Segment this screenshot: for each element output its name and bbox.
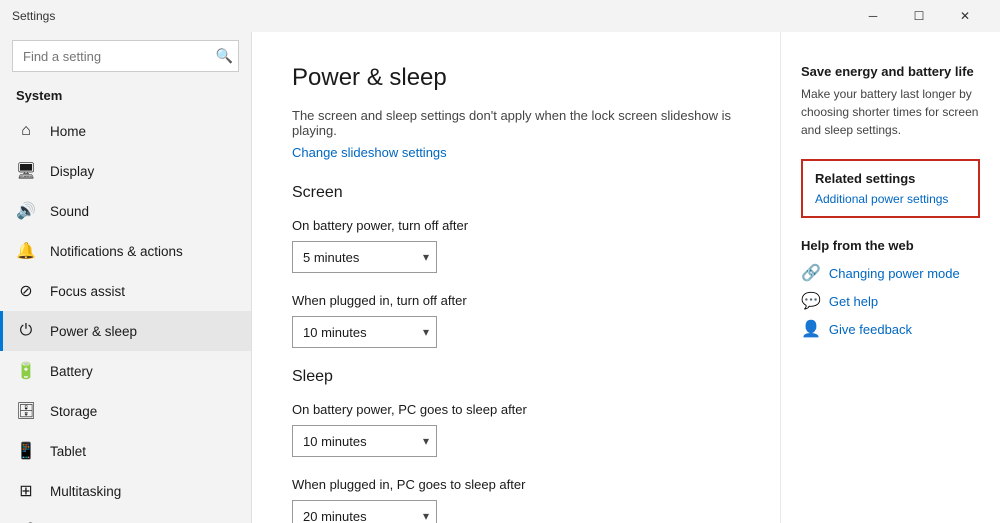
link-icon: 🔗 <box>801 263 821 283</box>
sidebar-item-power-sleep[interactable]: ⏻ Power & sleep <box>0 311 251 351</box>
sidebar-item-battery[interactable]: 🔋 Battery <box>0 351 251 391</box>
screen-plugged-dropdown[interactable]: 10 minutes 1 minute 2 minutes 5 minutes … <box>292 316 437 348</box>
screen-battery-dropdown[interactable]: 5 minutes 1 minute 2 minutes 3 minutes 1… <box>292 241 437 273</box>
sidebar-item-multitasking[interactable]: ⊞ Multitasking <box>0 471 251 511</box>
screen-section-title: Screen <box>292 184 740 202</box>
give-feedback-link[interactable]: 👤 Give feedback <box>801 319 980 339</box>
storage-icon: 🗄 <box>16 401 36 421</box>
info-text: The screen and sleep settings don't appl… <box>292 108 740 138</box>
sleep-plugged-label: When plugged in, PC goes to sleep after <box>292 477 740 492</box>
screen-plugged-dropdown-wrapper: 10 minutes 1 minute 2 minutes 5 minutes … <box>292 316 437 348</box>
slideshow-link[interactable]: Change slideshow settings <box>292 145 447 160</box>
sidebar-section-label: System <box>0 84 251 111</box>
multitasking-icon: ⊞ <box>16 481 36 501</box>
search-container: 🔍 <box>12 40 239 72</box>
screen-plugged-label: When plugged in, turn off after <box>292 293 740 308</box>
sleep-battery-dropdown[interactable]: 10 minutes 1 minute 2 minutes 5 minutes … <box>292 425 437 457</box>
tablet-icon: 📱 <box>16 441 36 461</box>
sidebar-item-display[interactable]: 🖥 Display <box>0 151 251 191</box>
sidebar-item-label: Storage <box>50 404 97 419</box>
sidebar-item-label: Tablet <box>50 444 86 459</box>
save-energy-text: Make your battery last longer by choosin… <box>801 85 980 139</box>
sidebar-item-label: Home <box>50 124 86 139</box>
close-button[interactable]: ✕ <box>942 0 988 32</box>
app-body: 🔍 System ⌂ Home 🖥 Display 🔊 Sound 🔔 Noti… <box>0 32 1000 523</box>
related-settings-box: Related settings Additional power settin… <box>801 159 980 218</box>
minimize-button[interactable]: ─ <box>850 0 896 32</box>
screen-battery-dropdown-wrapper: 5 minutes 1 minute 2 minutes 3 minutes 1… <box>292 241 437 273</box>
sidebar-item-label: Power & sleep <box>50 324 137 339</box>
home-icon: ⌂ <box>16 121 36 141</box>
sidebar-item-label: Notifications & actions <box>50 244 183 259</box>
help-from-web-title: Help from the web <box>801 238 980 253</box>
additional-power-settings-link[interactable]: Additional power settings <box>815 192 948 206</box>
page-title: Power & sleep <box>292 64 740 92</box>
right-panel: Save energy and battery life Make your b… <box>780 32 1000 523</box>
help-icon: 💬 <box>801 291 821 311</box>
sleep-plugged-dropdown-wrapper: 20 minutes 5 minutes 10 minutes 15 minut… <box>292 500 437 523</box>
sidebar-item-tablet[interactable]: 📱 Tablet <box>0 431 251 471</box>
sidebar-item-label: Battery <box>50 364 93 379</box>
changing-power-mode-link[interactable]: 🔗 Changing power mode <box>801 263 980 283</box>
search-input[interactable] <box>12 40 239 72</box>
feedback-icon: 👤 <box>801 319 821 339</box>
help-link3-label: Give feedback <box>829 322 912 337</box>
sidebar-item-home[interactable]: ⌂ Home <box>0 111 251 151</box>
sidebar-item-projecting[interactable]: 📽 Projecting to this PC <box>0 511 251 523</box>
restore-button[interactable]: ☐ <box>896 0 942 32</box>
get-help-link[interactable]: 💬 Get help <box>801 291 980 311</box>
power-icon: ⏻ <box>16 321 36 341</box>
sidebar-item-label: Display <box>50 164 94 179</box>
sidebar-item-storage[interactable]: 🗄 Storage <box>0 391 251 431</box>
help-link1-label: Changing power mode <box>829 266 960 281</box>
sidebar-item-label: Sound <box>50 204 89 219</box>
sleep-battery-dropdown-wrapper: 10 minutes 1 minute 2 minutes 5 minutes … <box>292 425 437 457</box>
titlebar: Settings ─ ☐ ✕ <box>0 0 1000 32</box>
notifications-icon: 🔔 <box>16 241 36 261</box>
sidebar-item-notifications[interactable]: 🔔 Notifications & actions <box>0 231 251 271</box>
search-icon-button[interactable]: 🔍 <box>216 48 233 65</box>
screen-battery-label: On battery power, turn off after <box>292 218 740 233</box>
window-controls: ─ ☐ ✕ <box>850 0 988 32</box>
sidebar: 🔍 System ⌂ Home 🖥 Display 🔊 Sound 🔔 Noti… <box>0 32 252 523</box>
sidebar-item-sound[interactable]: 🔊 Sound <box>0 191 251 231</box>
related-settings-title: Related settings <box>815 171 966 186</box>
sidebar-item-label: Multitasking <box>50 484 121 499</box>
sidebar-item-focus-assist[interactable]: ⊘ Focus assist <box>0 271 251 311</box>
focus-assist-icon: ⊘ <box>16 281 36 301</box>
save-energy-title: Save energy and battery life <box>801 64 980 79</box>
sleep-battery-label: On battery power, PC goes to sleep after <box>292 402 740 417</box>
main-content: Power & sleep The screen and sleep setti… <box>252 32 780 523</box>
battery-icon: 🔋 <box>16 361 36 381</box>
sleep-plugged-dropdown[interactable]: 20 minutes 5 minutes 10 minutes 15 minut… <box>292 500 437 523</box>
sound-icon: 🔊 <box>16 201 36 221</box>
display-icon: 🖥 <box>16 161 36 181</box>
sidebar-item-label: Focus assist <box>50 284 125 299</box>
sleep-section-title: Sleep <box>292 368 740 386</box>
app-title: Settings <box>12 9 55 23</box>
help-link2-label: Get help <box>829 294 878 309</box>
